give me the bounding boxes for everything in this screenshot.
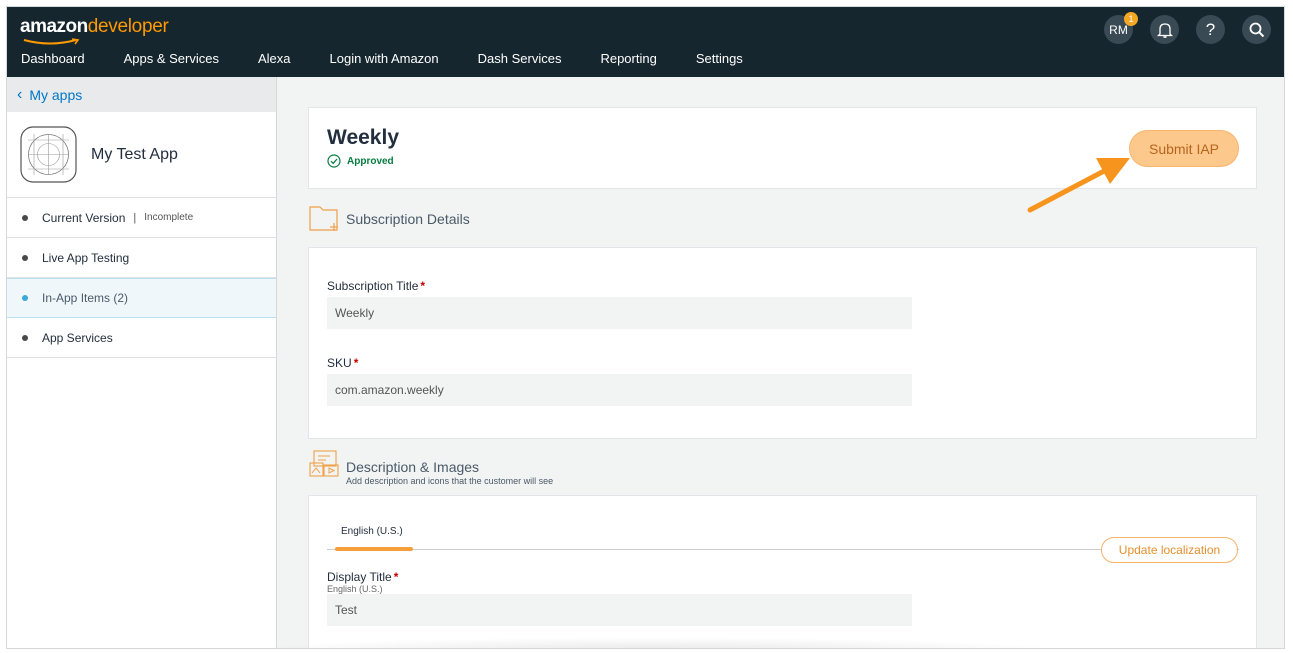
display-title-input[interactable] bbox=[327, 594, 912, 626]
back-to-my-apps-link[interactable]: ‹ My apps bbox=[7, 77, 276, 112]
bullet-icon bbox=[22, 295, 28, 301]
browser-frame: amazondeveloper Dashboard Apps & Service… bbox=[6, 6, 1285, 649]
search-button[interactable] bbox=[1242, 15, 1271, 44]
required-marker: * bbox=[420, 279, 426, 293]
menu-login-with-amazon[interactable]: Login with Amazon bbox=[330, 51, 439, 66]
user-avatar-button[interactable]: RM 1 bbox=[1104, 12, 1138, 44]
menu-dashboard[interactable]: Dashboard bbox=[21, 51, 85, 66]
sidebar: ‹ My apps My Test App Current Version | … bbox=[7, 77, 277, 648]
bullet-icon bbox=[22, 214, 28, 221]
section-title: Description & Images bbox=[346, 459, 480, 475]
sidebar-item-app-services[interactable]: App Services bbox=[7, 318, 276, 358]
sku-label: SKU * bbox=[327, 356, 359, 370]
search-icon bbox=[1249, 22, 1264, 37]
amazon-developer-logo[interactable]: amazondeveloper bbox=[20, 16, 169, 45]
app-name: My Test App bbox=[91, 145, 178, 163]
sidebar-item-label: App Services bbox=[42, 330, 113, 345]
status-badge: Approved bbox=[327, 154, 394, 168]
bullet-icon bbox=[22, 254, 28, 261]
app-header: My Test App bbox=[7, 112, 276, 198]
chevron-left-icon: ‹ bbox=[17, 85, 23, 103]
submit-iap-button[interactable]: Submit IAP bbox=[1130, 131, 1238, 166]
avatar-initials: RM bbox=[1109, 22, 1128, 37]
subscription-details-heading: Subscription Details bbox=[308, 201, 470, 233]
description-images-card: English (U.S.) Update localization Displ… bbox=[308, 495, 1257, 648]
description-images-heading: Description & Images Add description and… bbox=[308, 449, 553, 486]
sidebar-item-label: Current Version bbox=[42, 210, 126, 225]
update-localization-button[interactable]: Update localization bbox=[1101, 537, 1238, 563]
sidebar-item-label: In-App Items (2) bbox=[42, 291, 129, 305]
section-subtitle: Add description and icons that the custo… bbox=[346, 476, 554, 486]
check-circle-icon bbox=[327, 154, 341, 168]
display-title-label: Display Title * bbox=[327, 570, 399, 584]
required-marker: * bbox=[393, 570, 399, 584]
app-icon-placeholder bbox=[20, 126, 77, 183]
sku-input[interactable] bbox=[327, 374, 912, 406]
display-title-locale: English (U.S.) bbox=[327, 584, 383, 594]
sidebar-item-live-app-testing[interactable]: Live App Testing bbox=[7, 238, 276, 278]
separator: | bbox=[133, 211, 137, 224]
subscription-title-label: Subscription Title * bbox=[327, 279, 426, 293]
subscription-details-card: Subscription Title* SKU* bbox=[308, 247, 1257, 439]
menu-alexa[interactable]: Alexa bbox=[258, 51, 291, 66]
subscription-title-input[interactable] bbox=[327, 297, 912, 329]
status-text: Incomplete bbox=[144, 212, 194, 223]
section-title: Subscription Details bbox=[346, 211, 470, 227]
notification-badge: 1 bbox=[1124, 12, 1138, 26]
annotation-arrow-icon bbox=[1027, 158, 1130, 213]
bullet-icon bbox=[22, 334, 28, 341]
menu-reporting[interactable]: Reporting bbox=[600, 51, 656, 66]
required-marker: * bbox=[353, 356, 359, 370]
folder-add-icon bbox=[309, 206, 338, 231]
back-label: My apps bbox=[29, 86, 83, 103]
active-tab-indicator bbox=[335, 547, 413, 551]
menu-settings[interactable]: Settings bbox=[696, 51, 743, 66]
topbar-actions: RM 1 ? bbox=[1087, 12, 1271, 44]
top-navigation: amazondeveloper Dashboard Apps & Service… bbox=[7, 7, 1284, 77]
menu-apps-services[interactable]: Apps & Services bbox=[124, 51, 219, 66]
status-text: Approved bbox=[347, 155, 394, 167]
bell-icon bbox=[1156, 22, 1173, 38]
help-button[interactable]: ? bbox=[1196, 15, 1225, 44]
sidebar-item-label: Live App Testing bbox=[42, 250, 130, 265]
main-menu: Dashboard Apps & Services Alexa Login wi… bbox=[21, 51, 782, 66]
sidebar-item-in-app-items[interactable]: In-App Items (2) bbox=[7, 278, 276, 318]
images-icon bbox=[309, 450, 339, 477]
page-title: Weekly bbox=[327, 126, 399, 149]
sidebar-item-current-version[interactable]: Current Version | Incomplete bbox=[7, 198, 276, 238]
menu-dash-services[interactable]: Dash Services bbox=[478, 51, 562, 66]
tab-english-us[interactable]: English (U.S.) bbox=[341, 526, 403, 537]
notifications-button[interactable] bbox=[1150, 15, 1179, 44]
smile-icon bbox=[23, 38, 80, 45]
help-icon: ? bbox=[1205, 19, 1216, 39]
